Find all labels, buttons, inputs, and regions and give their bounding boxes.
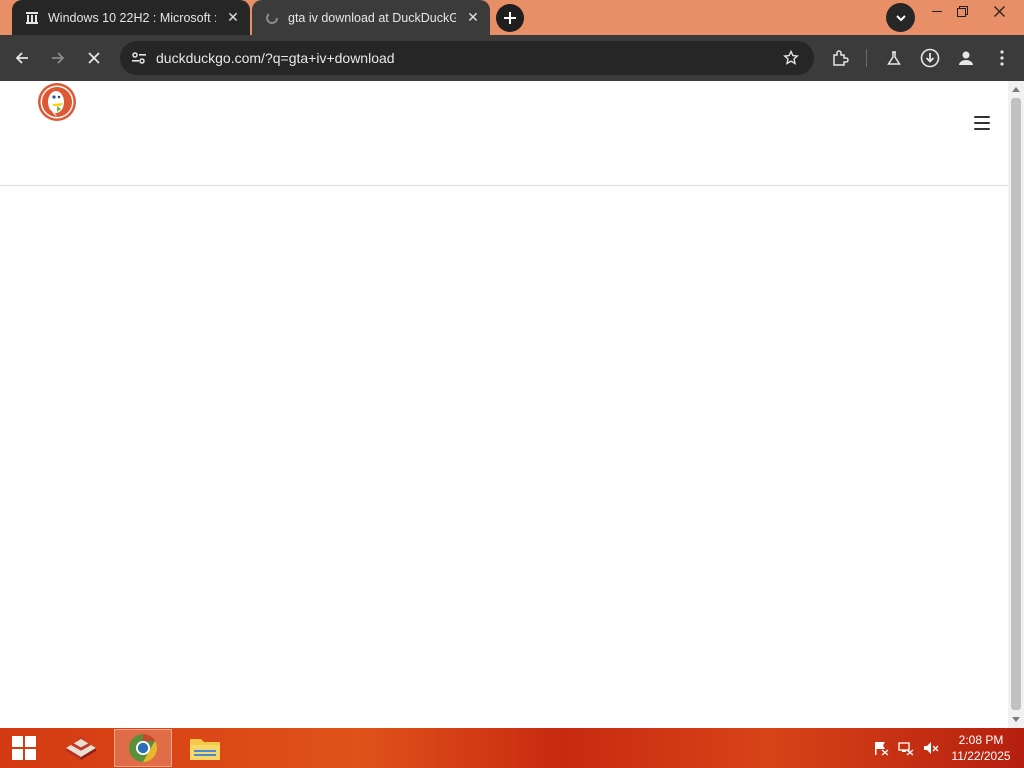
arrow-right-icon <box>52 52 65 64</box>
browser-toolbar: duckduckgo.com/?q=gta+iv+download <box>0 35 1024 81</box>
bookmark-star-icon[interactable] <box>776 50 806 66</box>
tab-title: Windows 10 22H2 : Microsoft : Free Downl… <box>48 10 216 25</box>
loading-icon <box>264 10 280 26</box>
profile-icon <box>959 51 973 65</box>
hamburger-icon[interactable] <box>972 114 992 132</box>
start-button[interactable] <box>0 728 48 768</box>
restore-button[interactable] <box>945 0 979 22</box>
windows-logo-icon <box>12 736 36 760</box>
archive-icon <box>24 10 40 26</box>
clock-time: 2:08 PM <box>958 733 1004 747</box>
system-clock[interactable]: 2:08 PM 11/22/2025 <box>946 732 1016 764</box>
chevron-down-icon <box>895 14 906 21</box>
profile-button[interactable] <box>950 42 982 74</box>
close-tab-icon[interactable]: ✕ <box>464 9 482 27</box>
scroll-down-icon[interactable] <box>1012 717 1020 722</box>
address-bar[interactable]: duckduckgo.com/?q=gta+iv+download <box>120 41 814 75</box>
plus-icon <box>504 12 516 24</box>
ribbon-app-icon[interactable] <box>52 728 110 768</box>
puzzle-icon <box>833 50 849 66</box>
tab-strip: Windows 10 22H2 : Microsoft : Free Downl… <box>0 0 1024 35</box>
close-icon <box>88 52 100 64</box>
flask-icon <box>887 51 901 65</box>
restore-icon <box>956 5 968 17</box>
chrome-icon[interactable] <box>114 729 172 767</box>
scroll-up-icon[interactable] <box>1012 87 1020 92</box>
menu-button[interactable] <box>986 42 1018 74</box>
minimize-icon <box>932 11 942 12</box>
toolbar-separator <box>866 49 867 67</box>
close-icon <box>993 5 1005 17</box>
more-vert-icon <box>1000 50 1004 66</box>
site-info-icon[interactable] <box>124 51 154 65</box>
clock-date: 11/22/2025 <box>951 749 1011 763</box>
page-content <box>0 81 1008 728</box>
file-explorer-icon[interactable] <box>176 728 234 768</box>
tab-internet-archive[interactable]: Windows 10 22H2 : Microsoft : Free Downl… <box>12 0 250 35</box>
download-icon <box>920 48 940 68</box>
vertical-scrollbar[interactable] <box>1008 81 1024 728</box>
taskbar: 2:08 PM 11/22/2025 <box>0 728 1024 768</box>
new-tab-button[interactable] <box>496 4 524 32</box>
back-button[interactable] <box>6 42 38 74</box>
url-text: duckduckgo.com/?q=gta+iv+download <box>156 50 395 66</box>
tab-duckduckgo[interactable]: gta iv download at DuckDuckGo ✕ <box>252 0 490 35</box>
tab-title: gta iv download at DuckDuckGo <box>288 10 456 25</box>
downloads-button[interactable] <box>914 42 946 74</box>
stop-loading-button[interactable] <box>78 42 110 74</box>
tab-search-button[interactable] <box>886 3 915 32</box>
extensions-button[interactable] <box>824 42 856 74</box>
forward-button[interactable] <box>42 42 74 74</box>
close-window-button[interactable] <box>982 0 1016 22</box>
labs-button[interactable] <box>878 42 910 74</box>
duckduckgo-logo[interactable] <box>37 82 77 122</box>
arrow-left-icon <box>15 52 28 64</box>
flag-icon[interactable] <box>870 728 892 768</box>
header-divider <box>0 185 1008 186</box>
volume-muted-icon[interactable] <box>920 728 942 768</box>
scrollbar-thumb[interactable] <box>1011 98 1021 710</box>
close-tab-icon[interactable]: ✕ <box>224 9 242 27</box>
network-icon[interactable] <box>895 728 917 768</box>
